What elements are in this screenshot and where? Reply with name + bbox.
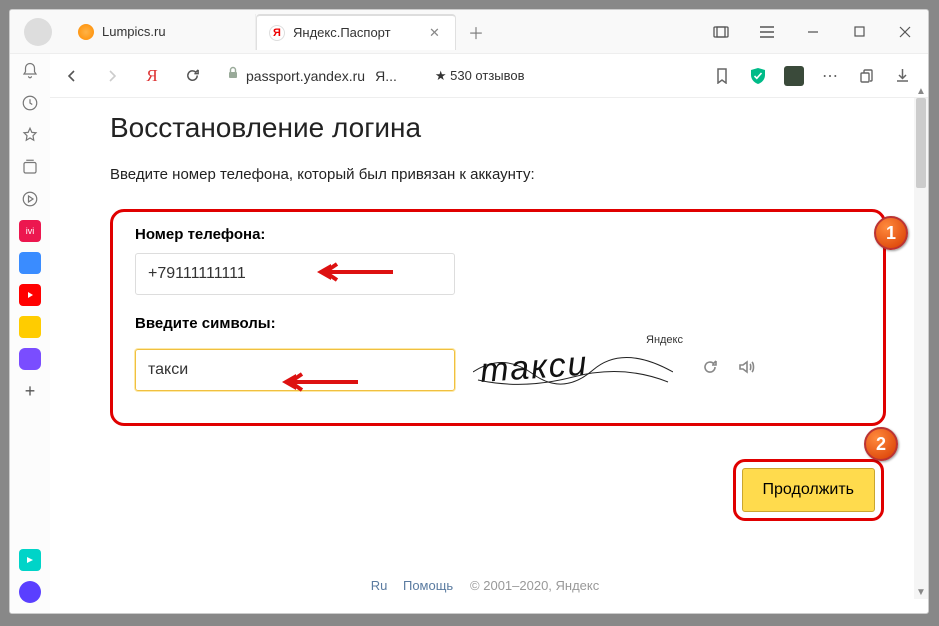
captcha-label: Введите символы:: [135, 315, 861, 332]
favicon-yandex: Я: [269, 25, 285, 41]
browser-sidebar: ivi +: [10, 54, 50, 613]
close-tab-icon[interactable]: ✕: [429, 25, 443, 41]
extension-icon[interactable]: [784, 66, 804, 86]
annotation-marker-1: 1: [874, 216, 908, 250]
app-zen[interactable]: [19, 549, 41, 571]
add-app-icon[interactable]: +: [19, 380, 41, 402]
tab-label: Яндекс.Паспорт: [293, 25, 391, 40]
close-window-button[interactable]: [882, 10, 928, 54]
captcha-brand: Яндекс: [646, 334, 683, 346]
play-icon[interactable]: [19, 188, 41, 210]
tab-label: Lumpics.ru: [102, 24, 166, 39]
scroll-down-arrow[interactable]: ▼: [914, 585, 928, 599]
adguard-icon[interactable]: [748, 66, 768, 86]
footer: Ru Помощь © 2001–2020, Яндекс: [50, 578, 914, 593]
app-alice[interactable]: [19, 581, 41, 603]
yandex-home-button[interactable]: Я: [136, 60, 168, 92]
tablo-icon[interactable]: [698, 10, 744, 54]
url-trunc: Я...: [375, 68, 397, 84]
app-mail[interactable]: [19, 316, 41, 338]
scroll-up-arrow[interactable]: ▲: [914, 84, 928, 98]
captcha-audio-icon[interactable]: [737, 358, 755, 381]
browser-window: Lumpics.ru Я Яндекс.Паспорт ✕ ＋ ivi +: [9, 9, 929, 614]
footer-help-link[interactable]: Помощь: [403, 578, 453, 593]
scrollbar[interactable]: ▲ ▼: [914, 98, 928, 599]
app-docs[interactable]: [19, 252, 41, 274]
app-youtube[interactable]: [19, 284, 41, 306]
page-content: Восстановление логина Введите номер теле…: [50, 98, 914, 613]
captcha-reload-icon[interactable]: [701, 358, 719, 381]
profile-avatar[interactable]: [24, 18, 52, 46]
address-bar-row: Я passport.yandex.ru Я... ★ 530 отзывов …: [10, 54, 928, 98]
annotation-box-1: Номер телефона: +79111111111 Введите сим…: [110, 209, 886, 426]
menu-icon[interactable]: [744, 10, 790, 54]
reload-button[interactable]: [176, 60, 208, 92]
favorites-icon[interactable]: [19, 124, 41, 146]
annotation-marker-2: 2: [864, 427, 898, 461]
history-icon[interactable]: [19, 92, 41, 114]
maximize-button[interactable]: [836, 10, 882, 54]
tab-yandex-passport[interactable]: Я Яндекс.Паспорт ✕: [256, 14, 456, 50]
phone-input[interactable]: +79111111111: [135, 253, 455, 295]
footer-copyright: © 2001–2020, Яндекс: [470, 578, 599, 593]
more-icon[interactable]: ⋯: [820, 66, 840, 86]
back-button[interactable]: [56, 60, 88, 92]
tab-lumpics[interactable]: Lumpics.ru: [66, 14, 256, 50]
reviews-badge[interactable]: ★ 530 отзывов: [435, 68, 525, 84]
new-tab-button[interactable]: ＋: [462, 18, 490, 46]
page-title: Восстановление логина: [110, 112, 886, 144]
titlebar: Lumpics.ru Я Яндекс.Паспорт ✕ ＋: [10, 10, 928, 54]
annotation-box-2: Продолжить: [733, 459, 884, 521]
address-bar[interactable]: passport.yandex.ru Я...: [226, 66, 397, 85]
copy-icon[interactable]: [856, 66, 876, 86]
continue-button[interactable]: Продолжить: [742, 468, 875, 512]
annotation-arrow: [278, 370, 358, 394]
instruction-text: Введите номер телефона, который был прив…: [110, 166, 886, 183]
download-icon[interactable]: [892, 66, 912, 86]
collections-icon[interactable]: [19, 156, 41, 178]
footer-lang-link[interactable]: Ru: [371, 578, 388, 593]
favicon-lumpics: [78, 24, 94, 40]
annotation-arrow: [313, 260, 393, 284]
captcha-image: такси Яндекс: [473, 342, 673, 397]
bell-icon[interactable]: [19, 60, 41, 82]
app-ivi[interactable]: ivi: [19, 220, 41, 242]
minimize-button[interactable]: [790, 10, 836, 54]
lock-icon: [226, 66, 240, 85]
forward-button[interactable]: [96, 60, 128, 92]
url-text: passport.yandex.ru: [246, 68, 365, 84]
app-purple[interactable]: [19, 348, 41, 370]
phone-label: Номер телефона:: [135, 226, 861, 243]
scrollbar-thumb[interactable]: [916, 98, 926, 188]
bookmark-icon[interactable]: [712, 66, 732, 86]
